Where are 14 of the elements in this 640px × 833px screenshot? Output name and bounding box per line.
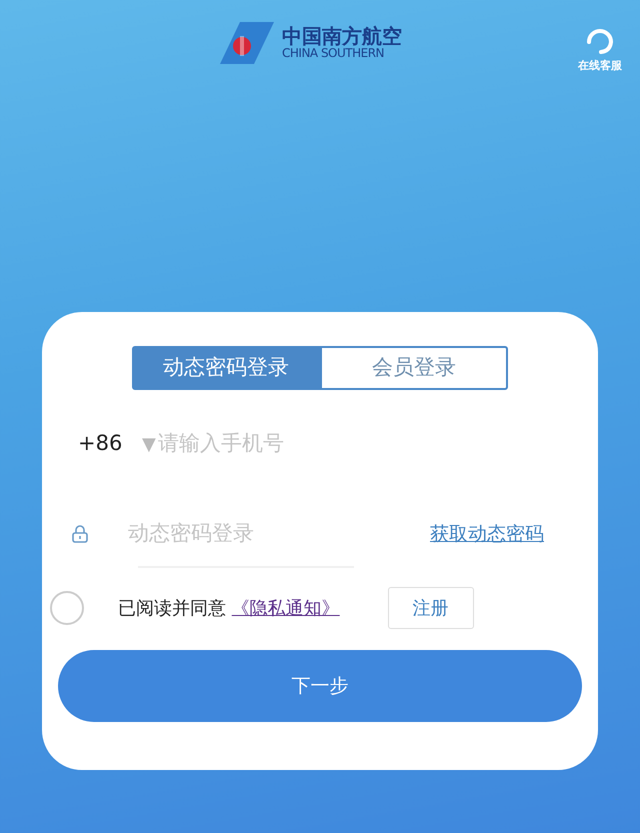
register-button[interactable]: 注册 [388,587,474,629]
privacy-notice-link[interactable]: 《隐私通知》 [232,598,340,618]
get-code-link[interactable]: 获取动态密码 [430,520,544,548]
agree-checkbox[interactable] [50,591,84,625]
country-code[interactable]: +86 [78,428,142,460]
dropdown-caret[interactable]: ▼ [142,430,156,458]
customer-service-label[interactable]: 在线客服 [578,58,622,74]
next-button[interactable]: 下一步 [58,650,582,722]
lock-icon [72,525,88,543]
agreement-text: 已阅读并同意 《隐私通知》 [118,596,340,620]
login-tab[interactable]: 会员登录 [320,346,508,390]
login-tab[interactable]: 动态密码登录 [132,346,320,390]
logo-title: 中国南方航空 [282,25,402,48]
logo-subtitle: CHINA SOUTHERN [282,47,386,61]
